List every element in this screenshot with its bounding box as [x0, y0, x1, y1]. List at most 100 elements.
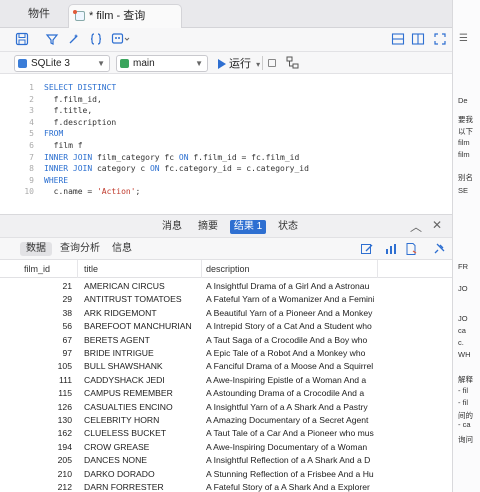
- cell-title[interactable]: CADDYSHACK JEDI: [84, 374, 200, 387]
- export-icon[interactable]: [404, 242, 418, 259]
- tab-summary[interactable]: 摘要: [196, 220, 220, 234]
- cell-title[interactable]: ARK RIDGEMONT: [84, 307, 200, 320]
- table-row[interactable]: 56 BAREFOOT MANCHURIAN A Intrepid Story of…: [0, 320, 452, 333]
- table-row[interactable]: 210 DARKO DORADO A Stunning Reflection of …: [0, 468, 452, 481]
- chart-icon[interactable]: [384, 242, 398, 259]
- cell-description[interactable]: A Fateful Story of a A Shark And a Explo…: [206, 481, 374, 492]
- tab-info[interactable]: 信息: [106, 242, 138, 256]
- table-row[interactable]: 21 AMERICAN CIRCUS A Insightful Drama of a…: [0, 280, 452, 293]
- sql-editor[interactable]: 1 SELECT DISTINCT 2 f.film_id, 3 f.title, 4 …: [0, 74, 452, 214]
- cell-title[interactable]: CROW GREASE: [84, 441, 200, 454]
- cell-title[interactable]: BRIDE INTRIGUE: [84, 347, 200, 360]
- tab-objects[interactable]: 物件: [10, 0, 68, 28]
- tab-result-1[interactable]: 结果 1: [230, 220, 266, 234]
- cell-description[interactable]: A Taut Tale of a Car And a Pioneer who m…: [206, 427, 374, 440]
- editor-line[interactable]: 6 film f: [0, 140, 452, 151]
- cell-description[interactable]: A Fanciful Drama of a Moose And a Squirr…: [206, 360, 374, 373]
- save-icon[interactable]: [14, 32, 30, 48]
- cell-description[interactable]: A Insightful Reflection of a A Shark And…: [206, 454, 374, 467]
- layout-split-vertical-icon[interactable]: [410, 32, 426, 48]
- connection-select[interactable]: SQLite 3 ▼: [14, 55, 110, 72]
- run-dropdown-chevron-icon[interactable]: ▾: [256, 60, 260, 69]
- table-row[interactable]: 162 CLUELESS BUCKET A Taut Tale of a Car A…: [0, 427, 452, 440]
- collapse-chevron-up-icon[interactable]: ︿: [410, 218, 422, 235]
- table-row[interactable]: 130 CELEBRITY HORN A Amazing Documentary o…: [0, 414, 452, 427]
- cell-description[interactable]: A Insightful Drama of a Girl And a Astro…: [206, 280, 374, 293]
- cell-description[interactable]: A Awe-Inspiring Epistle of a Woman And a: [206, 374, 374, 387]
- editor-line[interactable]: 9 WHERE: [0, 175, 452, 186]
- code-snippet-icon[interactable]: [88, 32, 104, 48]
- cell-title[interactable]: BAREFOOT MANCHURIAN: [84, 320, 200, 333]
- layout-split-horizontal-icon[interactable]: [390, 32, 406, 48]
- beautify-icon[interactable]: [66, 32, 82, 48]
- table-row[interactable]: 205 DANCES NONE A Insightful Reflection of…: [0, 454, 452, 467]
- table-row[interactable]: 126 CASUALTIES ENCINO A Insightful Yarn of…: [0, 401, 452, 414]
- cell-description[interactable]: A Stunning Reflection of a Frisbee And a…: [206, 468, 374, 481]
- editor-line[interactable]: 2 f.film_id,: [0, 94, 452, 105]
- cell-film-id[interactable]: 21: [22, 280, 72, 293]
- cell-title[interactable]: ANTITRUST TOMATOES: [84, 293, 200, 306]
- cell-description[interactable]: A Amazing Documentary of a Secret Agent: [206, 414, 374, 427]
- cell-title[interactable]: CLUELESS BUCKET: [84, 427, 200, 440]
- table-row[interactable]: 111 CADDYSHACK JEDI A Awe-Inspiring Epistl…: [0, 374, 452, 387]
- cell-description[interactable]: A Taut Saga of a Crocodile And a Boy who: [206, 334, 374, 347]
- cell-film-id[interactable]: 29: [22, 293, 72, 306]
- cell-film-id[interactable]: 210: [22, 468, 72, 481]
- cell-description[interactable]: A Beautiful Yarn of a Pioneer And a Monk…: [206, 307, 374, 320]
- cell-film-id[interactable]: 162: [22, 427, 72, 440]
- run-button[interactable]: 运行 ▾: [216, 56, 260, 72]
- cell-description[interactable]: A Intrepid Story of a Cat And a Student …: [206, 320, 374, 333]
- cell-film-id[interactable]: 130: [22, 414, 72, 427]
- tab-film-query[interactable]: * film - 查询: [68, 4, 182, 28]
- stop-icon[interactable]: [268, 59, 276, 67]
- pin-icon[interactable]: [432, 242, 446, 259]
- ai-assistant-icon[interactable]: [110, 32, 132, 48]
- editor-line[interactable]: 8 INNER JOIN category c ON fc.category_id…: [0, 163, 452, 174]
- cell-film-id[interactable]: 111: [22, 374, 72, 387]
- cell-title[interactable]: CELEBRITY HORN: [84, 414, 200, 427]
- cell-title[interactable]: BULL SHAWSHANK: [84, 360, 200, 373]
- menu-icon[interactable]: ☰: [459, 33, 468, 44]
- editor-line[interactable]: 5 FROM: [0, 128, 452, 139]
- table-row[interactable]: 29 ANTITRUST TOMATOES A Fateful Yarn of a …: [0, 293, 452, 306]
- tab-query-analysis[interactable]: 查询分析: [54, 242, 106, 256]
- editor-line[interactable]: 1 SELECT DISTINCT: [0, 82, 452, 93]
- cell-description[interactable]: A Astounding Drama of a Crocodile And a: [206, 387, 374, 400]
- tab-status[interactable]: 状态: [276, 220, 300, 234]
- fullscreen-icon[interactable]: [432, 32, 448, 48]
- cell-description[interactable]: A Fateful Yarn of a Womanizer And a Femi…: [206, 293, 374, 306]
- cell-film-id[interactable]: 38: [22, 307, 72, 320]
- cell-film-id[interactable]: 126: [22, 401, 72, 414]
- close-icon[interactable]: ✕: [432, 218, 442, 232]
- column-header-film-id[interactable]: film_id: [20, 260, 78, 278]
- cell-title[interactable]: AMERICAN CIRCUS: [84, 280, 200, 293]
- table-row[interactable]: 105 BULL SHAWSHANK A Fanciful Drama of a M…: [0, 360, 452, 373]
- cell-title[interactable]: DARKO DORADO: [84, 468, 200, 481]
- table-row[interactable]: 212 DARN FORRESTER A Fateful Story of a A …: [0, 481, 452, 492]
- editor-line[interactable]: 4 f.description: [0, 117, 452, 128]
- edit-icon[interactable]: [360, 242, 374, 259]
- cell-film-id[interactable]: 205: [22, 454, 72, 467]
- table-row[interactable]: 97 BRIDE INTRIGUE A Epic Tale of a Robot A…: [0, 347, 452, 360]
- cell-film-id[interactable]: 105: [22, 360, 72, 373]
- cell-description[interactable]: A Epic Tale of a Robot And a Monkey who: [206, 347, 374, 360]
- tab-data[interactable]: 数据: [20, 242, 52, 256]
- database-select[interactable]: main ▼: [116, 55, 208, 72]
- explain-icon[interactable]: [286, 56, 300, 73]
- cell-film-id[interactable]: 67: [22, 334, 72, 347]
- cell-title[interactable]: DARN FORRESTER: [84, 481, 200, 492]
- cell-film-id[interactable]: 194: [22, 441, 72, 454]
- cell-film-id[interactable]: 212: [22, 481, 72, 492]
- column-header-description[interactable]: description: [202, 260, 378, 278]
- table-row[interactable]: 194 CROW GREASE A Awe-Inspiring Documentar…: [0, 441, 452, 454]
- cell-film-id[interactable]: 115: [22, 387, 72, 400]
- cell-description[interactable]: A Awe-Inspiring Documentary of a Woman: [206, 441, 374, 454]
- tab-message[interactable]: 消息: [160, 220, 184, 234]
- editor-line[interactable]: 7 INNER JOIN film_category fc ON f.film_i…: [0, 152, 452, 163]
- cell-title[interactable]: CASUALTIES ENCINO: [84, 401, 200, 414]
- cell-description[interactable]: A Insightful Yarn of a A Shark And a Pas…: [206, 401, 374, 414]
- column-header-title[interactable]: title: [80, 260, 202, 278]
- cell-title[interactable]: DANCES NONE: [84, 454, 200, 467]
- table-row[interactable]: 115 CAMPUS REMEMBER A Astounding Drama of …: [0, 387, 452, 400]
- cell-title[interactable]: BERETS AGENT: [84, 334, 200, 347]
